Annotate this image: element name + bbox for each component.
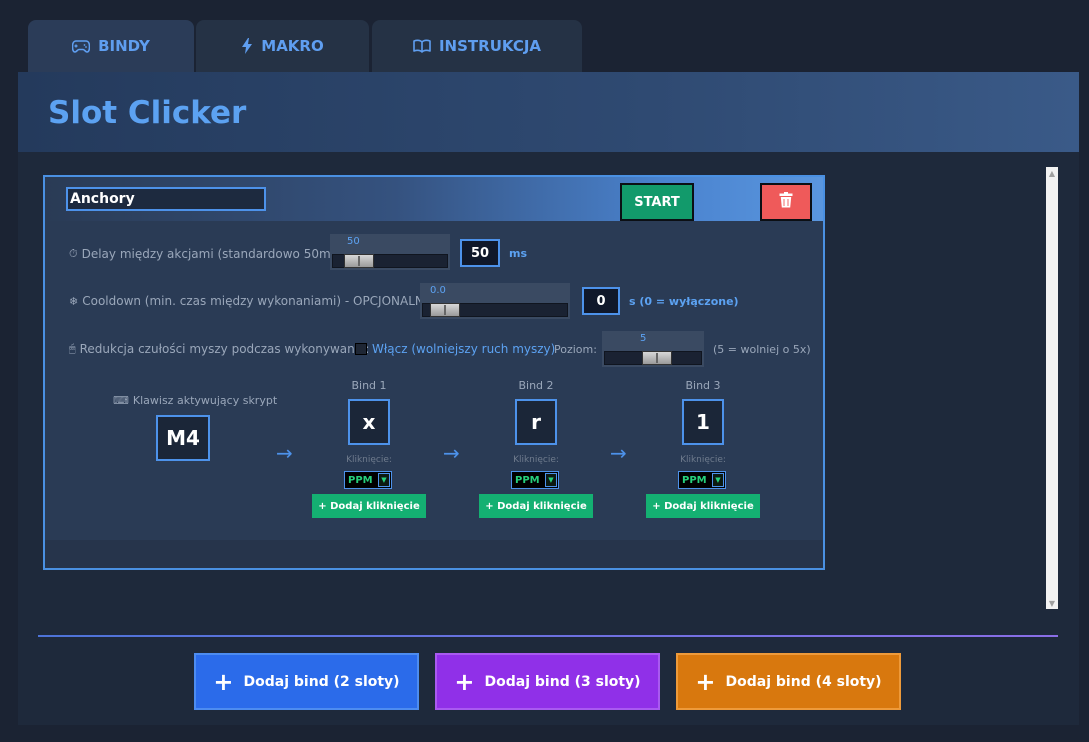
tab-bindy-label: BINDY [98, 37, 150, 55]
chevron-down-icon: ▼ [545, 473, 557, 487]
delay-slider-thumb[interactable] [343, 254, 374, 268]
bind-3-click-select[interactable]: PPM ▼ [678, 471, 726, 489]
add-bind-3-slots-button[interactable]: + Dodaj bind (3 sloty) [435, 653, 660, 710]
delay-input[interactable]: 50 [460, 239, 500, 267]
bind-3-title: Bind 3 [685, 379, 721, 392]
plus-icon: + [695, 667, 716, 696]
bind-2-click-value: PPM [515, 474, 540, 486]
trash-icon [779, 192, 793, 212]
add-bind-4-slots-button[interactable]: + Dodaj bind (4 sloty) [676, 653, 901, 710]
plus-icon: + [454, 667, 475, 696]
section-divider [38, 635, 1058, 637]
snowflake-icon: ❄ [69, 294, 79, 308]
level-slider[interactable]: 5 [602, 331, 704, 367]
tab-makro[interactable]: MAKRO [196, 20, 369, 72]
mouse-icon: 🖱 [69, 342, 76, 355]
stopwatch-icon: ⏱ [69, 247, 78, 260]
add-bind-3-slots-label: Dodaj bind (3 sloty) [484, 673, 641, 690]
gamepad-icon [72, 39, 91, 53]
delay-label-text: Delay między akcjami (standardowo 50ms): [81, 247, 346, 261]
cooldown-slider[interactable]: 0.0 [420, 283, 570, 319]
add-bind-2-slots-label: Dodaj bind (2 sloty) [243, 673, 400, 690]
chevron-down-icon: ▼ [378, 473, 390, 487]
slot-card: START ⏱ Delay między akcjami (standardow… [43, 175, 825, 570]
book-icon [413, 39, 431, 53]
sequence-arrow: → [610, 441, 627, 465]
app-title: Slot Clicker [48, 95, 247, 131]
scroll-up-arrow-icon[interactable]: ▲ [1046, 167, 1058, 179]
slot-name-input[interactable] [66, 187, 266, 211]
bind-1-add-click-button[interactable]: + Dodaj kliknięcie [312, 494, 426, 518]
scroll-down-arrow-icon[interactable]: ▼ [1046, 597, 1058, 609]
sequence-arrow: → [276, 441, 293, 465]
bind-2-click-select[interactable]: PPM ▼ [511, 471, 559, 489]
bind-3-click-value: PPM [682, 474, 707, 486]
header-bar: Slot Clicker [18, 72, 1079, 152]
vertical-scrollbar[interactable]: ▲ ▼ [1046, 167, 1058, 609]
bind-2-add-click-button[interactable]: + Dodaj kliknięcie [479, 494, 593, 518]
tab-instrukcja-label: INSTRUKCJA [438, 37, 542, 55]
bind-1-click-select[interactable]: PPM ▼ [344, 471, 392, 489]
sequence-arrow: → [443, 441, 460, 465]
bind-3-key[interactable]: 1 [682, 399, 724, 445]
delete-button[interactable] [760, 183, 812, 221]
mouse-reduction-label: 🖱 Redukcja czułości myszy podczas wykony… [69, 342, 369, 356]
bind-3-click-label: Kliknięcie: [680, 455, 726, 465]
slot-card-footer [45, 540, 823, 568]
bind-3-add-click-button[interactable]: + Dodaj kliknięcie [646, 494, 760, 518]
bind-1-click-label: Kliknięcie: [346, 455, 392, 465]
slot-card-header: START [45, 177, 823, 221]
bind-2-title: Bind 2 [518, 379, 554, 392]
cooldown-label: ❄ Cooldown (min. czas między wykonaniami… [69, 294, 436, 308]
mouse-reduction-label-text: Redukcja czułości myszy podczas wykonywa… [79, 342, 370, 356]
level-slider-thumb[interactable] [642, 351, 672, 365]
delay-slider[interactable]: 50 [330, 234, 450, 270]
delay-slider-value: 50 [347, 236, 360, 247]
bind-2-key[interactable]: r [515, 399, 557, 445]
cooldown-slider-thumb[interactable] [430, 303, 460, 317]
tab-bindy[interactable]: BINDY [28, 20, 194, 72]
tab-makro-label: MAKRO [261, 37, 324, 55]
bind-2-click-label: Kliknięcie: [513, 455, 559, 465]
trigger-key-label: ⌨ Klawisz aktywujący skrypt [113, 394, 277, 407]
chevron-down-icon: ▼ [712, 473, 724, 487]
start-button[interactable]: START [620, 183, 694, 221]
trigger-key-box[interactable]: M4 [156, 415, 210, 461]
lightning-icon [241, 38, 253, 54]
delay-unit: ms [509, 247, 528, 260]
mouse-reduction-checkbox[interactable] [355, 343, 367, 355]
bind-1-title: Bind 1 [351, 379, 387, 392]
cooldown-label-text: Cooldown (min. czas między wykonaniami) … [82, 294, 436, 308]
level-hint: (5 = wolniej o 5x) [713, 343, 811, 356]
bind-1-key[interactable]: x [348, 399, 390, 445]
delay-label: ⏱ Delay między akcjami (standardowo 50ms… [69, 247, 346, 261]
cooldown-unit: s (0 = wyłączone) [629, 295, 739, 308]
mouse-reduction-checkbox-label[interactable]: Włącz (wolniejszy ruch myszy) [372, 342, 555, 356]
keyboard-icon: ⌨ [113, 394, 129, 407]
plus-icon: + [213, 667, 234, 696]
cooldown-input[interactable]: 0 [582, 287, 620, 315]
level-label: Poziom: [554, 343, 597, 356]
tab-instrukcja[interactable]: INSTRUKCJA [372, 20, 582, 72]
add-bind-4-slots-label: Dodaj bind (4 sloty) [725, 673, 882, 690]
add-bind-2-slots-button[interactable]: + Dodaj bind (2 sloty) [194, 653, 419, 710]
bind-1-click-value: PPM [348, 474, 373, 486]
cooldown-slider-value: 0.0 [430, 285, 446, 296]
level-slider-value: 5 [640, 333, 647, 344]
trigger-key-label-text: Klawisz aktywujący skrypt [132, 394, 278, 407]
